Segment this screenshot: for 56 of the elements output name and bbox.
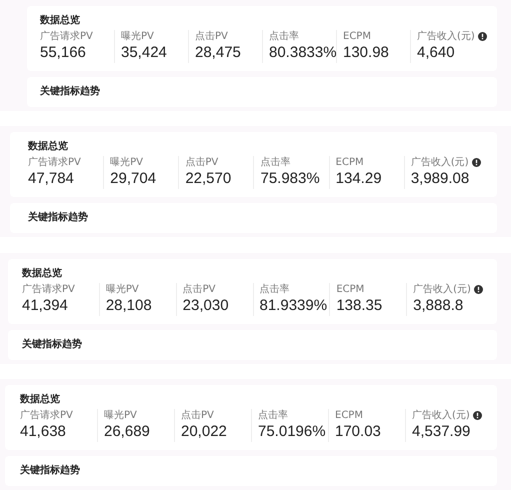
metric-value: 3,888.8: [413, 296, 464, 316]
metric-value: 4,537.99: [412, 422, 472, 442]
metric-value: 130.98: [343, 43, 390, 63]
metric-label: 点击PV: [182, 282, 216, 296]
metric-value: 26,689: [104, 422, 151, 442]
metric-value: 4,640: [417, 43, 456, 63]
metric-value: 47,784: [28, 169, 75, 190]
section-title: 数据总览: [22, 266, 63, 281]
metric-value: 138.35: [336, 296, 384, 316]
section-title: 关键指标趋势: [40, 85, 101, 99]
metric-label: ECPM: [336, 156, 364, 170]
metric-value: 3,989.08: [410, 169, 470, 190]
metric-value: 134.29: [336, 169, 383, 190]
metric-label: 广告收入(元): [412, 408, 470, 422]
metric-label: 广告收入(元): [410, 156, 469, 170]
metric-label: 曝光PV: [106, 282, 139, 296]
metric-label: ECPM: [343, 30, 371, 43]
metric-label: 曝光PV: [110, 156, 144, 170]
section-title: 关键指标趋势: [22, 338, 83, 352]
metric-label: 点击PV: [195, 30, 228, 43]
metric-value: 75.983%: [260, 169, 321, 190]
metric-label: ECPM: [335, 408, 363, 422]
metric-value: 170.03: [335, 422, 382, 442]
section-title: 关键指标趋势: [28, 211, 89, 226]
metric-label: ECPM: [336, 282, 364, 296]
metric-label: 广告收入(元): [413, 282, 471, 296]
metric-value: 20,022: [181, 422, 228, 442]
metric-label: 广告请求PV: [28, 156, 81, 170]
section-title: 数据总览: [28, 140, 69, 154]
metric-label: 点击率: [260, 282, 290, 296]
metric-value: 22,570: [185, 169, 232, 190]
metric-value: 35,424: [121, 43, 168, 63]
metric-label: 点击率: [258, 408, 288, 422]
metric-label: 点击率: [260, 156, 290, 170]
metric-label: 曝光PV: [121, 30, 154, 43]
metric-value: 41,638: [20, 422, 67, 442]
section-title: 数据总览: [40, 14, 81, 28]
metric-value: 75.0196%: [258, 422, 327, 442]
metric-value: 28,108: [106, 296, 153, 316]
metric-value: 23,030: [182, 296, 230, 316]
metric-value: 55,166: [40, 43, 87, 63]
metric-label: 点击率: [269, 30, 299, 43]
metric-label: 广告请求PV: [22, 282, 75, 296]
metric-label: 点击PV: [181, 408, 214, 422]
metric-value: 81.9339%: [260, 296, 328, 316]
metric-label: 广告请求PV: [20, 408, 73, 422]
metric-value: 29,704: [110, 169, 158, 190]
section-title: 关键指标趋势: [20, 464, 81, 478]
metric-value: 41,394: [22, 296, 69, 316]
metric-label: 广告请求PV: [40, 30, 93, 43]
section-title: 数据总览: [20, 392, 61, 407]
metric-label: 广告收入(元): [417, 30, 475, 43]
metric-value: 80.3833%: [269, 43, 336, 63]
metric-value: 28,475: [195, 43, 242, 63]
metric-label: 曝光PV: [104, 408, 137, 422]
metric-label: 点击PV: [185, 156, 218, 170]
